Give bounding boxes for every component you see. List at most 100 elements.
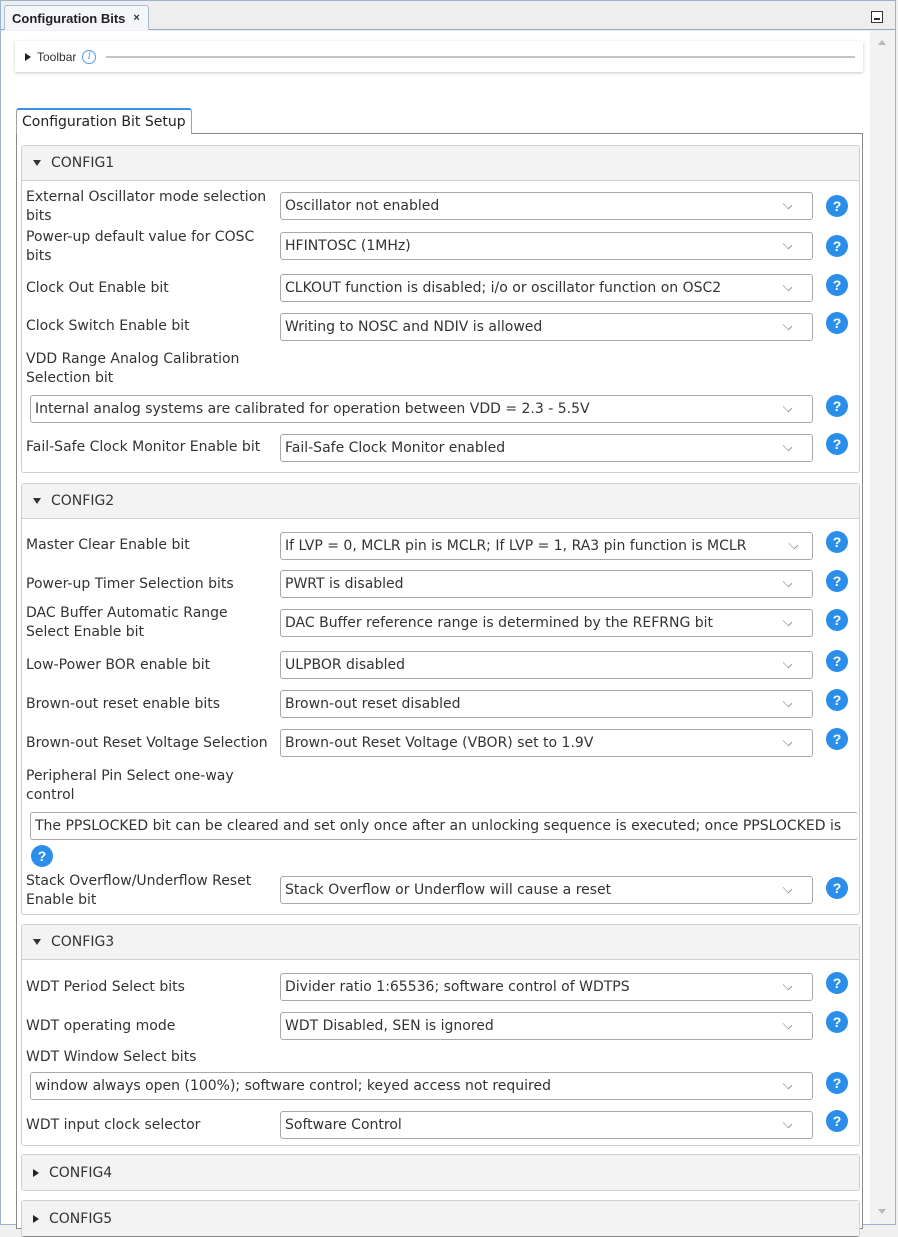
chevron-down-icon — [782, 1019, 793, 1029]
help-icon[interactable]: ? — [826, 1011, 848, 1033]
section-config5: CONFIG5 — [21, 1200, 860, 1237]
setting-dropdown[interactable]: Oscillator not enabled — [280, 192, 813, 220]
help-icon[interactable]: ? — [826, 728, 848, 750]
dropdown-value: Oscillator not enabled — [285, 198, 440, 214]
dropdown-value: Software Control — [285, 1117, 402, 1133]
help-icon[interactable]: ? — [826, 1072, 848, 1094]
chevron-down-icon — [782, 402, 793, 412]
section-title: CONFIG3 — [51, 934, 115, 950]
dropdown-value: Divider ratio 1:65536; software control … — [285, 979, 630, 995]
setting-dropdown[interactable]: PWRT is disabled — [280, 570, 813, 598]
section-config1: CONFIG1 External Oscillator mode selecti… — [21, 145, 860, 473]
section-title: CONFIG2 — [51, 493, 115, 509]
setting-dropdown[interactable]: window always open (100%); software cont… — [30, 1072, 813, 1100]
info-icon[interactable]: i — [82, 49, 97, 64]
setting-label: Stack Overflow/Underflow Reset Enable bi… — [26, 873, 252, 908]
section-title: CONFIG1 — [51, 155, 115, 171]
chevron-down-icon — [782, 658, 793, 668]
help-icon[interactable]: ? — [826, 235, 848, 257]
chevron-down-icon — [782, 616, 793, 626]
dropdown-value: ULPBOR disabled — [285, 657, 405, 673]
chevron-down-icon — [782, 736, 793, 746]
help-icon[interactable]: ? — [826, 312, 848, 334]
setting-dropdown[interactable]: HFINTOSC (1MHz) — [280, 232, 813, 260]
setting-dropdown[interactable]: Stack Overflow or Underflow will cause a… — [280, 876, 813, 904]
dropdown-value: WDT Disabled, SEN is ignored — [285, 1018, 494, 1034]
chevron-down-icon — [788, 539, 799, 549]
help-icon[interactable]: ? — [826, 395, 848, 417]
setting-label: Power-up Timer Selection bits — [26, 576, 234, 592]
scroll-down-arrow-icon[interactable] — [878, 1209, 886, 1214]
help-icon[interactable]: ? — [826, 689, 848, 711]
section-header-config1[interactable]: CONFIG1 — [22, 146, 859, 181]
help-icon[interactable]: ? — [826, 570, 848, 592]
content-area: Toolbar i Configuration Bit Setup CONFIG… — [1, 31, 872, 1237]
dropdown-value: Internal analog systems are calibrated f… — [35, 401, 590, 417]
section-header-config2[interactable]: CONFIG2 — [22, 484, 859, 519]
collapse-triangle-icon — [33, 160, 41, 166]
setting-dropdown[interactable]: Writing to NOSC and NDIV is allowed — [280, 313, 813, 341]
collapse-triangle-icon — [33, 498, 41, 504]
setting-dropdown[interactable]: ULPBOR disabled — [280, 651, 813, 679]
toolbar-label: Toolbar — [37, 49, 77, 64]
tab-title: Configuration Bits — [12, 10, 126, 26]
setting-dropdown[interactable]: Brown-out Reset Voltage (VBOR) set to 1.… — [280, 729, 813, 757]
help-icon[interactable]: ? — [826, 972, 848, 994]
setting-dropdown[interactable]: Internal analog systems are calibrated f… — [30, 395, 813, 423]
setting-label: Brown-out Reset Voltage Selection — [26, 735, 268, 751]
setting-dropdown[interactable]: CLKOUT function is disabled; i/o or osci… — [280, 274, 813, 302]
chevron-down-icon — [782, 1118, 793, 1128]
chevron-down-icon — [782, 1079, 793, 1089]
setting-dropdown[interactable]: Divider ratio 1:65536; software control … — [280, 973, 813, 1001]
help-icon[interactable]: ? — [826, 274, 848, 296]
section-header-config4[interactable]: CONFIG4 — [22, 1155, 859, 1190]
setting-label: WDT Period Select bits — [26, 979, 185, 995]
chevron-down-icon — [782, 980, 793, 990]
tab-configuration-bits[interactable]: Configuration Bits × — [4, 5, 149, 30]
help-icon[interactable]: ? — [826, 1110, 848, 1132]
minimize-icon[interactable] — [871, 11, 883, 23]
setting-label: WDT operating mode — [26, 1018, 176, 1034]
setting-dropdown[interactable]: If LVP = 0, MCLR pin is MCLR; If LVP = 1… — [280, 532, 813, 560]
tab-configuration-bit-setup[interactable]: Configuration Bit Setup — [16, 108, 192, 134]
setting-label: Brown-out reset enable bits — [26, 696, 221, 712]
vertical-scrollbar[interactable] — [870, 31, 895, 1224]
setting-dropdown[interactable]: Brown-out reset disabled — [280, 690, 813, 718]
chevron-down-icon — [782, 441, 793, 451]
chevron-down-icon — [782, 281, 793, 291]
close-tab-icon[interactable]: × — [133, 12, 139, 24]
dropdown-value: PWRT is disabled — [285, 576, 404, 592]
setting-dropdown[interactable]: Software Control — [280, 1111, 813, 1139]
toolbar-collapsible[interactable]: Toolbar i — [15, 41, 863, 72]
help-icon[interactable]: ? — [31, 845, 53, 867]
section-header-config5[interactable]: CONFIG5 — [22, 1201, 859, 1236]
setting-label: Power-up default value for COSC bits — [26, 229, 255, 264]
expand-triangle-icon[interactable] — [25, 52, 31, 61]
dropdown-value: Brown-out Reset Voltage (VBOR) set to 1.… — [285, 735, 594, 751]
help-icon[interactable]: ? — [826, 195, 848, 217]
help-icon[interactable]: ? — [826, 609, 848, 631]
chevron-down-icon — [782, 320, 793, 330]
setting-label: Clock Switch Enable bit — [26, 318, 190, 334]
section-config4: CONFIG4 — [21, 1154, 860, 1191]
section-header-config3[interactable]: CONFIG3 — [22, 925, 859, 960]
setting-dropdown[interactable]: The PPSLOCKED bit can be cleared and set… — [30, 812, 858, 840]
setting-dropdown[interactable]: WDT Disabled, SEN is ignored — [280, 1012, 813, 1040]
section-config2: CONFIG2 Master Clear Enable bit If LVP =… — [21, 483, 860, 915]
chevron-down-icon — [782, 239, 793, 249]
help-icon[interactable]: ? — [826, 531, 848, 553]
section-title: CONFIG4 — [49, 1164, 113, 1181]
scroll-up-arrow-icon[interactable] — [878, 40, 886, 45]
setting-dropdown[interactable]: Fail-Safe Clock Monitor enabled — [280, 434, 813, 462]
collapse-triangle-icon — [33, 939, 41, 945]
setting-label: External Oscillator mode selection bits — [26, 189, 267, 224]
setting-label: DAC Buffer Automatic Range Select Enable… — [26, 605, 228, 640]
dropdown-value: Brown-out reset disabled — [285, 696, 461, 712]
setting-label: WDT input clock selector — [26, 1117, 201, 1133]
setting-label: Fail-Safe Clock Monitor Enable bit — [26, 439, 261, 455]
setting-label: Low-Power BOR enable bit — [26, 657, 211, 673]
help-icon[interactable]: ? — [826, 650, 848, 672]
setting-dropdown[interactable]: DAC Buffer reference range is determined… — [280, 609, 813, 637]
help-icon[interactable]: ? — [826, 433, 848, 455]
help-icon[interactable]: ? — [826, 877, 848, 899]
